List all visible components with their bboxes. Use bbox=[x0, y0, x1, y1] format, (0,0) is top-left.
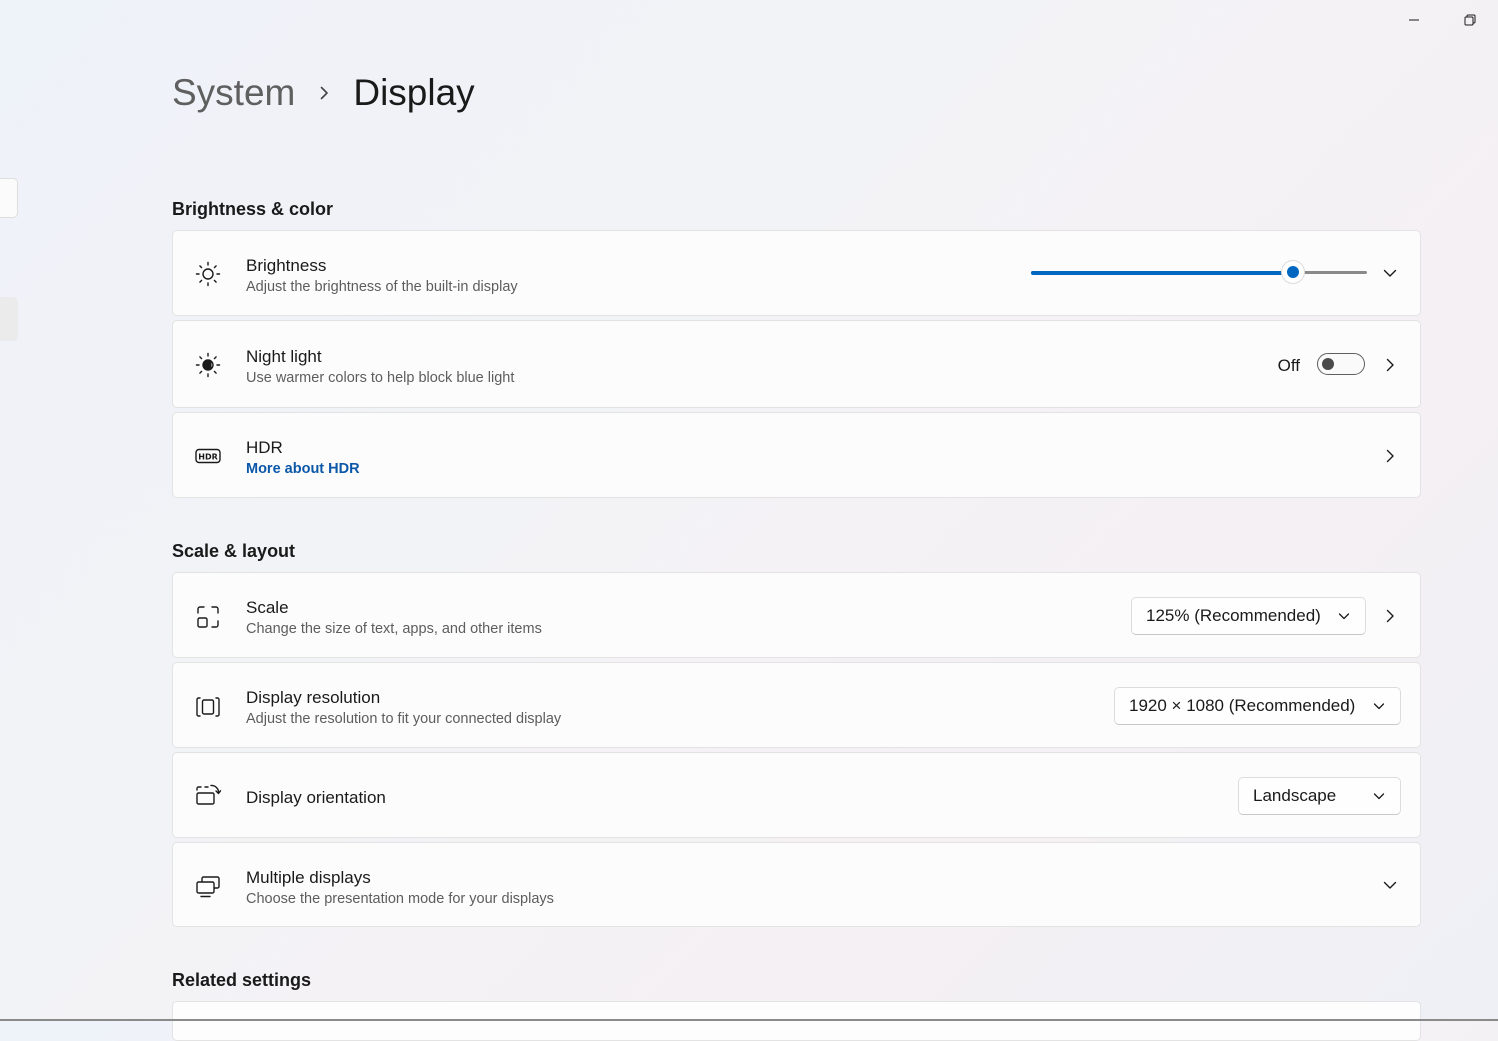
orientation-icon bbox=[193, 781, 223, 811]
night-light-toggle[interactable] bbox=[1317, 353, 1365, 375]
section-title-brightness-color: Brightness & color bbox=[172, 199, 334, 219]
display-orientation-dropdown[interactable]: Landscape bbox=[1238, 777, 1401, 815]
display-resolution-card[interactable]: Display resolution Adjust the resolution… bbox=[172, 662, 1421, 748]
breadcrumb-parent[interactable]: System bbox=[172, 72, 295, 114]
resolution-icon bbox=[193, 692, 223, 722]
scale-selected-value: 125% (Recommended) bbox=[1146, 606, 1321, 625]
restore-button[interactable] bbox=[1442, 6, 1498, 34]
chevron-right-icon[interactable] bbox=[1378, 444, 1402, 468]
section-title-related-settings: Related settings bbox=[172, 970, 312, 990]
window-controls bbox=[1386, 6, 1498, 34]
slider-fill bbox=[1031, 270, 1294, 275]
chevron-down-icon[interactable] bbox=[1378, 261, 1402, 285]
sidebar-search-edge[interactable] bbox=[0, 178, 18, 218]
sun-icon bbox=[193, 259, 223, 289]
minimize-icon bbox=[1409, 19, 1419, 21]
brightness-slider[interactable] bbox=[1031, 261, 1367, 283]
multiple-displays-card[interactable]: Multiple displays Choose the presentatio… bbox=[172, 842, 1421, 927]
night-light-title: Night light bbox=[246, 347, 322, 366]
resolution-selected-value: 1920 × 1080 (Recommended) bbox=[1129, 696, 1356, 715]
brightness-description: Adjust the brightness of the built-in di… bbox=[246, 279, 518, 295]
scale-title: Scale bbox=[246, 598, 289, 617]
restore-icon bbox=[1464, 14, 1476, 26]
chevron-right-icon[interactable] bbox=[1378, 604, 1402, 628]
night-light-card[interactable]: Night light Use warmer colors to help bl… bbox=[172, 320, 1421, 408]
section-title-scale-layout: Scale & layout bbox=[172, 541, 296, 561]
hdr-title: HDR bbox=[246, 438, 283, 457]
chevron-right-icon bbox=[317, 86, 331, 100]
scale-description: Change the size of text, apps, and other… bbox=[246, 621, 542, 637]
multiple-displays-title: Multiple displays bbox=[246, 868, 371, 887]
brightness-card[interactable]: Brightness Adjust the brightness of the … bbox=[172, 230, 1421, 316]
scale-dropdown[interactable]: 125% (Recommended) bbox=[1131, 597, 1366, 635]
display-resolution-dropdown[interactable]: 1920 × 1080 (Recommended) bbox=[1114, 687, 1401, 725]
hdr-card[interactable]: HDR HDR More about HDR bbox=[172, 412, 1421, 498]
orientation-selected-value: Landscape bbox=[1253, 786, 1337, 805]
display-resolution-title: Display resolution bbox=[246, 688, 381, 707]
scale-card[interactable]: Scale Change the size of text, apps, and… bbox=[172, 572, 1421, 658]
chevron-down-icon bbox=[1372, 789, 1386, 803]
multiple-displays-description: Choose the presentation mode for your di… bbox=[246, 891, 554, 907]
chevron-right-icon[interactable] bbox=[1378, 353, 1402, 377]
slider-thumb[interactable] bbox=[1282, 261, 1305, 283]
toggle-knob bbox=[1322, 357, 1334, 370]
multiple-displays-icon bbox=[193, 871, 223, 901]
svg-text:HDR: HDR bbox=[198, 452, 218, 461]
minimize-button[interactable] bbox=[1386, 6, 1442, 34]
brightness-title: Brightness bbox=[246, 256, 327, 275]
sidebar-selected-item-edge[interactable] bbox=[0, 297, 18, 341]
night-light-state-label: Off bbox=[1277, 356, 1300, 375]
scale-icon bbox=[193, 602, 223, 632]
chevron-down-icon bbox=[1372, 699, 1386, 713]
more-about-hdr-link[interactable]: More about HDR bbox=[246, 459, 360, 479]
breadcrumb: System Display bbox=[172, 72, 475, 114]
display-orientation-card[interactable]: Display orientation Landscape bbox=[172, 752, 1421, 838]
display-resolution-description: Adjust the resolution to fit your connec… bbox=[246, 711, 562, 727]
related-settings-card[interactable] bbox=[172, 1001, 1421, 1041]
chevron-down-icon[interactable] bbox=[1378, 873, 1402, 897]
chevron-down-icon bbox=[1337, 609, 1351, 623]
night-light-description: Use warmer colors to help block blue lig… bbox=[246, 370, 515, 386]
display-orientation-title: Display orientation bbox=[246, 788, 386, 807]
page-title: Display bbox=[353, 72, 475, 113]
night-light-icon bbox=[193, 350, 223, 380]
hdr-icon: HDR bbox=[193, 441, 223, 471]
